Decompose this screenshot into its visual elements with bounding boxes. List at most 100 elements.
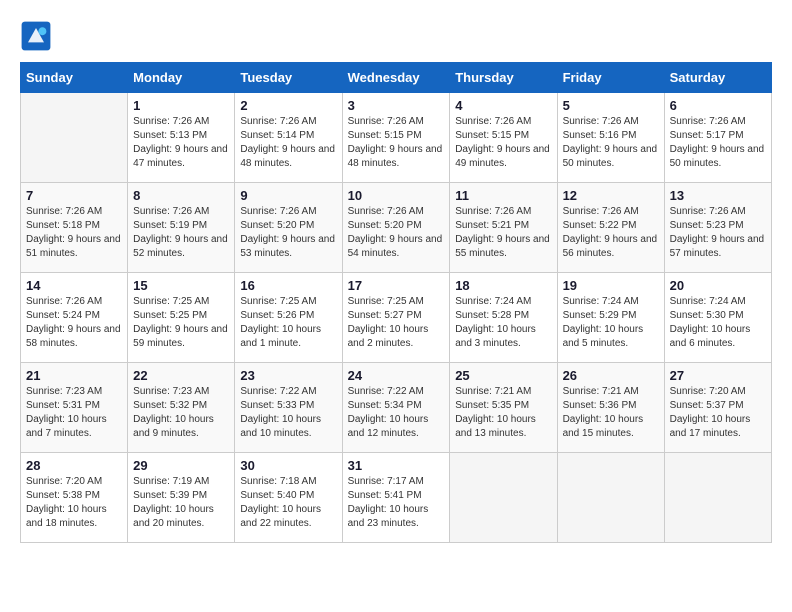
day-number: 8 xyxy=(133,188,229,203)
header-row: SundayMondayTuesdayWednesdayThursdayFrid… xyxy=(21,63,772,93)
day-number: 20 xyxy=(670,278,766,293)
calendar-cell: 22 Sunrise: 7:23 AM Sunset: 5:32 PM Dayli… xyxy=(128,363,235,453)
day-number: 22 xyxy=(133,368,229,383)
day-info: Sunrise: 7:18 AM Sunset: 5:40 PM Dayligh… xyxy=(240,475,336,531)
day-number: 17 xyxy=(348,278,445,293)
day-info: Sunrise: 7:24 AM Sunset: 5:28 PM Dayligh… xyxy=(455,295,551,351)
calendar-cell: 11 Sunrise: 7:26 AM Sunset: 5:21 PM Dayli… xyxy=(450,183,557,273)
day-info: Sunrise: 7:26 AM Sunset: 5:19 PM Dayligh… xyxy=(133,205,229,261)
day-info: Sunrise: 7:23 AM Sunset: 5:31 PM Dayligh… xyxy=(26,385,122,441)
logo-icon xyxy=(20,20,52,52)
day-number: 13 xyxy=(670,188,766,203)
day-number: 10 xyxy=(348,188,445,203)
calendar-cell: 17 Sunrise: 7:25 AM Sunset: 5:27 PM Dayli… xyxy=(342,273,450,363)
logo xyxy=(20,20,56,52)
day-number: 3 xyxy=(348,98,445,113)
calendar-body: 1Sunrise: 7:26 AM Sunset: 5:13 PM Daylig… xyxy=(21,93,772,543)
day-number: 9 xyxy=(240,188,336,203)
calendar-table: SundayMondayTuesdayWednesdayThursdayFrid… xyxy=(20,62,772,543)
day-number: 27 xyxy=(670,368,766,383)
calendar-cell: 24 Sunrise: 7:22 AM Sunset: 5:34 PM Dayli… xyxy=(342,363,450,453)
header-day-wednesday: Wednesday xyxy=(342,63,450,93)
calendar-cell: 7 Sunrise: 7:26 AM Sunset: 5:18 PM Daylig… xyxy=(21,183,128,273)
day-info: Sunrise: 7:20 AM Sunset: 5:38 PM Dayligh… xyxy=(26,475,122,531)
calendar-cell: 26 Sunrise: 7:21 AM Sunset: 5:36 PM Dayli… xyxy=(557,363,664,453)
header-day-thursday: Thursday xyxy=(450,63,557,93)
day-info: Sunrise: 7:24 AM Sunset: 5:29 PM Dayligh… xyxy=(563,295,659,351)
calendar-cell: 30Sunrise: 7:18 AM Sunset: 5:40 PM Dayli… xyxy=(235,453,342,543)
day-info: Sunrise: 7:26 AM Sunset: 5:14 PM Dayligh… xyxy=(240,115,336,171)
day-number: 1 xyxy=(133,98,229,113)
day-number: 16 xyxy=(240,278,336,293)
day-number: 29 xyxy=(133,458,229,473)
day-number: 21 xyxy=(26,368,122,383)
calendar-cell xyxy=(21,93,128,183)
week-row-5: 28 Sunrise: 7:20 AM Sunset: 5:38 PM Dayli… xyxy=(21,453,772,543)
calendar-cell: 29 Sunrise: 7:19 AM Sunset: 5:39 PM Dayli… xyxy=(128,453,235,543)
day-info: Sunrise: 7:26 AM Sunset: 5:15 PM Dayligh… xyxy=(455,115,551,171)
calendar-cell xyxy=(450,453,557,543)
day-number: 2 xyxy=(240,98,336,113)
calendar-cell: 6 Sunrise: 7:26 AM Sunset: 5:17 PM Daylig… xyxy=(664,93,771,183)
day-number: 31 xyxy=(348,458,445,473)
day-info: Sunrise: 7:20 AM Sunset: 5:37 PM Dayligh… xyxy=(670,385,766,441)
calendar-cell: 9 Sunrise: 7:26 AM Sunset: 5:20 PM Daylig… xyxy=(235,183,342,273)
day-info: Sunrise: 7:26 AM Sunset: 5:24 PM Dayligh… xyxy=(26,295,122,351)
header-day-tuesday: Tuesday xyxy=(235,63,342,93)
day-info: Sunrise: 7:26 AM Sunset: 5:18 PM Dayligh… xyxy=(26,205,122,261)
day-number: 4 xyxy=(455,98,551,113)
day-info: Sunrise: 7:26 AM Sunset: 5:21 PM Dayligh… xyxy=(455,205,551,261)
day-info: Sunrise: 7:26 AM Sunset: 5:23 PM Dayligh… xyxy=(670,205,766,261)
page-header xyxy=(20,20,772,52)
day-info: Sunrise: 7:22 AM Sunset: 5:34 PM Dayligh… xyxy=(348,385,445,441)
header-day-saturday: Saturday xyxy=(664,63,771,93)
day-number: 26 xyxy=(563,368,659,383)
calendar-cell: 18 Sunrise: 7:24 AM Sunset: 5:28 PM Dayli… xyxy=(450,273,557,363)
day-number: 6 xyxy=(670,98,766,113)
calendar-cell: 8 Sunrise: 7:26 AM Sunset: 5:19 PM Daylig… xyxy=(128,183,235,273)
day-info: Sunrise: 7:25 AM Sunset: 5:26 PM Dayligh… xyxy=(240,295,336,351)
week-row-3: 14Sunrise: 7:26 AM Sunset: 5:24 PM Dayli… xyxy=(21,273,772,363)
day-number: 12 xyxy=(563,188,659,203)
day-number: 23 xyxy=(240,368,336,383)
calendar-cell: 13 Sunrise: 7:26 AM Sunset: 5:23 PM Dayli… xyxy=(664,183,771,273)
day-number: 5 xyxy=(563,98,659,113)
calendar-cell xyxy=(557,453,664,543)
day-info: Sunrise: 7:26 AM Sunset: 5:22 PM Dayligh… xyxy=(563,205,659,261)
calendar-cell: 23Sunrise: 7:22 AM Sunset: 5:33 PM Dayli… xyxy=(235,363,342,453)
day-info: Sunrise: 7:25 AM Sunset: 5:25 PM Dayligh… xyxy=(133,295,229,351)
day-number: 18 xyxy=(455,278,551,293)
week-row-1: 1Sunrise: 7:26 AM Sunset: 5:13 PM Daylig… xyxy=(21,93,772,183)
header-day-monday: Monday xyxy=(128,63,235,93)
day-info: Sunrise: 7:21 AM Sunset: 5:36 PM Dayligh… xyxy=(563,385,659,441)
day-info: Sunrise: 7:26 AM Sunset: 5:20 PM Dayligh… xyxy=(348,205,445,261)
calendar-header: SundayMondayTuesdayWednesdayThursdayFrid… xyxy=(21,63,772,93)
calendar-cell: 10 Sunrise: 7:26 AM Sunset: 5:20 PM Dayli… xyxy=(342,183,450,273)
day-info: Sunrise: 7:24 AM Sunset: 5:30 PM Dayligh… xyxy=(670,295,766,351)
calendar-cell: 28 Sunrise: 7:20 AM Sunset: 5:38 PM Dayli… xyxy=(21,453,128,543)
calendar-cell: 16 Sunrise: 7:25 AM Sunset: 5:26 PM Dayli… xyxy=(235,273,342,363)
calendar-cell: 25 Sunrise: 7:21 AM Sunset: 5:35 PM Dayli… xyxy=(450,363,557,453)
calendar-cell: 21 Sunrise: 7:23 AM Sunset: 5:31 PM Dayli… xyxy=(21,363,128,453)
day-number: 28 xyxy=(26,458,122,473)
calendar-cell: 27 Sunrise: 7:20 AM Sunset: 5:37 PM Dayli… xyxy=(664,363,771,453)
day-info: Sunrise: 7:21 AM Sunset: 5:35 PM Dayligh… xyxy=(455,385,551,441)
calendar-cell xyxy=(664,453,771,543)
calendar-cell: 19Sunrise: 7:24 AM Sunset: 5:29 PM Dayli… xyxy=(557,273,664,363)
day-info: Sunrise: 7:26 AM Sunset: 5:15 PM Dayligh… xyxy=(348,115,445,171)
day-number: 15 xyxy=(133,278,229,293)
day-info: Sunrise: 7:25 AM Sunset: 5:27 PM Dayligh… xyxy=(348,295,445,351)
week-row-2: 7 Sunrise: 7:26 AM Sunset: 5:18 PM Daylig… xyxy=(21,183,772,273)
day-info: Sunrise: 7:19 AM Sunset: 5:39 PM Dayligh… xyxy=(133,475,229,531)
day-info: Sunrise: 7:26 AM Sunset: 5:20 PM Dayligh… xyxy=(240,205,336,261)
calendar-cell: 4 Sunrise: 7:26 AM Sunset: 5:15 PM Daylig… xyxy=(450,93,557,183)
day-number: 25 xyxy=(455,368,551,383)
day-number: 7 xyxy=(26,188,122,203)
day-number: 24 xyxy=(348,368,445,383)
calendar-cell: 1Sunrise: 7:26 AM Sunset: 5:13 PM Daylig… xyxy=(128,93,235,183)
day-number: 11 xyxy=(455,188,551,203)
day-info: Sunrise: 7:26 AM Sunset: 5:17 PM Dayligh… xyxy=(670,115,766,171)
header-day-friday: Friday xyxy=(557,63,664,93)
calendar-cell: 5Sunrise: 7:26 AM Sunset: 5:16 PM Daylig… xyxy=(557,93,664,183)
day-info: Sunrise: 7:23 AM Sunset: 5:32 PM Dayligh… xyxy=(133,385,229,441)
